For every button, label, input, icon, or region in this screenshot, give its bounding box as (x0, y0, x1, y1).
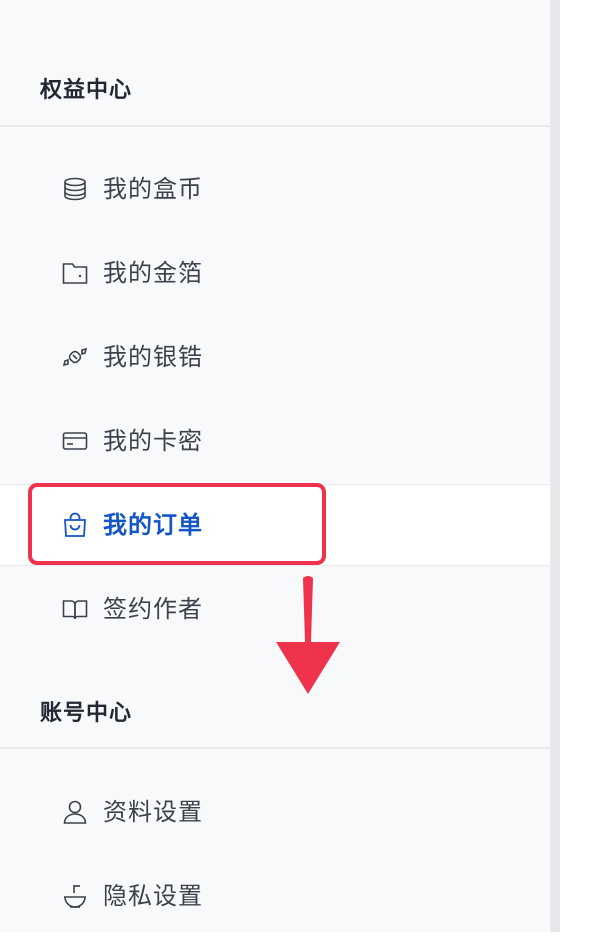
sidebar-item-label: 签约作者 (103, 595, 203, 623)
scrollbar-track[interactable] (551, 0, 560, 932)
sidebar-item-label: 资料设置 (103, 798, 203, 826)
coins-stack-icon (62, 176, 88, 202)
shopping-bag-icon (62, 512, 88, 538)
privacy-bowl-icon (62, 883, 88, 909)
annotation-down-arrow (276, 576, 340, 694)
open-book-icon (62, 596, 88, 622)
sidebar-item-label: 我的卡密 (103, 427, 203, 455)
sidebar-item-my-orders[interactable]: 我的订单 (0, 484, 550, 566)
sidebar-menu: 权益中心 我的盒币 我的金箔 我的银锆 我的卡密 我的订单 签约作者 账号中心 … (0, 0, 551, 932)
sidebar-item-label: 我的银锆 (103, 343, 203, 371)
sidebar-item-label: 隐私设置 (103, 882, 203, 910)
sidebar-item-label: 我的盒币 (103, 175, 203, 203)
section-title-rights-center: 权益中心 (40, 78, 133, 103)
section-title-account-center: 账号中心 (40, 701, 133, 726)
candy-icon (62, 344, 88, 370)
sidebar-item-label: 我的订单 (103, 511, 203, 539)
sidebar-item-privacy-settings[interactable]: 隐私设置 (0, 856, 550, 936)
card-icon (62, 428, 88, 454)
section-divider (0, 747, 550, 749)
sidebar-item-label: 我的金箔 (103, 259, 203, 287)
sidebar-item-my-card-codes[interactable]: 我的卡密 (0, 401, 550, 481)
section-divider (0, 125, 550, 127)
sidebar-item-my-silver[interactable]: 我的银锆 (0, 317, 550, 397)
user-icon (62, 799, 88, 825)
sidebar-item-my-gold-foil[interactable]: 我的金箔 (0, 233, 550, 313)
sidebar-item-profile-settings[interactable]: 资料设置 (0, 772, 550, 852)
sidebar-item-my-coins[interactable]: 我的盒币 (0, 149, 550, 229)
wallet-icon (62, 260, 88, 286)
